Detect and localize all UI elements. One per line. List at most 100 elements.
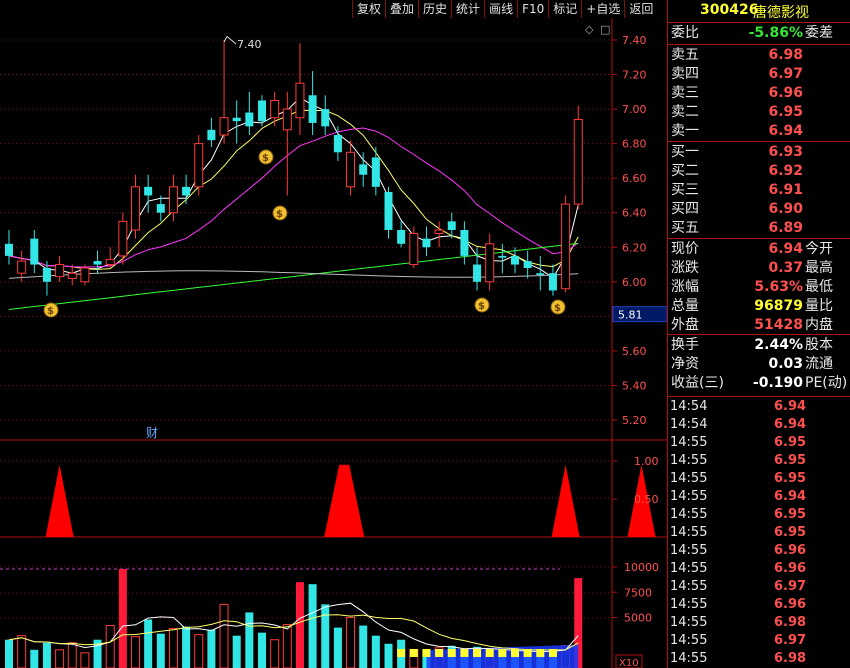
tick-price: 6.94: [774, 417, 807, 432]
candle-body: [5, 243, 13, 256]
bid-4-value: 6.89: [768, 220, 803, 236]
candle-body: [561, 203, 571, 290]
candle-body: [295, 82, 305, 119]
toolbar: 复权 叠加 历史 统计 画线 F10 标记 +自选 返回: [352, 0, 658, 18]
price-tick-label: 6.20: [622, 241, 647, 254]
toolbar-button-8[interactable]: 返回: [624, 0, 658, 18]
price-axis: 7.407.207.006.806.606.406.206.005.805.60…: [612, 34, 667, 427]
volume-marker: [397, 649, 406, 657]
candle-body: [182, 186, 191, 196]
candle-body: [511, 255, 519, 265]
tick-price: 6.94: [774, 489, 807, 504]
money-bag-symbol: $: [276, 209, 283, 220]
quote-3-value: 96879: [754, 298, 803, 314]
tick-price: 6.98: [774, 615, 807, 630]
fund-0-label: 换手: [671, 337, 699, 353]
candle-body: [17, 260, 27, 274]
candle-body: [434, 229, 444, 234]
toolbar-button-5[interactable]: F10: [517, 0, 549, 18]
tick-time: 14:54: [670, 399, 708, 414]
ask-0-value: 6.98: [768, 47, 803, 63]
volume-bar: [182, 626, 191, 668]
tick-time: 14:55: [670, 597, 708, 612]
candle-body: [460, 230, 469, 256]
volume-marker: [409, 649, 418, 657]
volume-bar: [55, 649, 65, 668]
quote-2-value: 5.63%: [754, 279, 803, 295]
fund-1-value: 0.03: [768, 356, 803, 372]
volume-tick-label: 5000: [624, 612, 652, 625]
tick-price: 6.95: [774, 525, 807, 540]
tick-row: 14:55 6.96: [668, 560, 850, 578]
kline-chart[interactable]: 7.407.207.006.806.606.406.206.005.805.60…: [0, 0, 667, 668]
ask-0-label: 卖五: [671, 47, 699, 63]
bid-4-label: 买五: [671, 220, 699, 236]
toolbar-button-1[interactable]: 叠加: [385, 0, 419, 18]
toolbar-button-3[interactable]: 统计: [451, 0, 485, 18]
candle-body: [359, 164, 368, 175]
toolbar-button-7[interactable]: +自选: [581, 0, 625, 18]
finance-marker: 财: [146, 426, 158, 440]
weibi-label: 委比: [671, 25, 699, 41]
candle-body: [118, 220, 128, 257]
weibi-value: -5.86%: [748, 25, 803, 41]
tick-time: 14:55: [670, 507, 708, 522]
quote-0-label: 现价: [671, 241, 699, 257]
volume-bar: [245, 612, 254, 668]
volume-bar: [219, 603, 229, 668]
ask-3-value: 6.95: [768, 104, 803, 120]
quote-0-value: 6.94: [768, 241, 803, 257]
candle-body: [105, 258, 115, 266]
candle-body: [144, 186, 153, 196]
money-bag-symbol: $: [262, 153, 269, 164]
bid-1-row: 买二 6.92: [668, 163, 850, 180]
tick-row: 14:55 6.95: [668, 524, 850, 542]
tick-price: 6.95: [774, 435, 807, 450]
tick-row: 14:55 6.94: [668, 488, 850, 506]
candle-body: [30, 238, 39, 265]
candle-body: [131, 186, 140, 231]
volume-bar: [105, 625, 115, 668]
bid-0-value: 6.93: [768, 144, 803, 160]
quote-3-row: 总量 96879 量比: [668, 298, 850, 315]
candle-body: [219, 117, 229, 136]
tick-row: 14:55 6.98: [668, 614, 850, 632]
fund-2-label: 收益(三): [671, 375, 724, 391]
candle-body: [346, 151, 356, 188]
volume-marker: [485, 649, 494, 657]
candle-body: [207, 129, 216, 141]
candle-body: [422, 238, 431, 248]
fund-2-label2: PE(动): [805, 375, 848, 391]
candle-body: [308, 95, 317, 123]
tick-time: 14:55: [670, 489, 708, 504]
money-bag-symbol: $: [47, 306, 54, 317]
quote-3-label: 总量: [671, 298, 699, 314]
candle-body: [447, 221, 456, 230]
toolbar-button-6[interactable]: 标记: [548, 0, 582, 18]
price-tick-label: 6.00: [622, 276, 647, 289]
tick-row: 14:55 6.95: [668, 470, 850, 488]
volume-bar: [131, 636, 140, 668]
ask-1-label: 卖四: [671, 66, 699, 82]
volume-marker: [511, 649, 519, 657]
toolbar-button-4[interactable]: 画线: [484, 0, 518, 18]
tick-price: 6.95: [774, 471, 807, 486]
toolbar-button-0[interactable]: 复权: [352, 0, 386, 18]
volume-bar: [156, 633, 165, 668]
volume-bar: [270, 639, 280, 668]
volume-bar: [80, 652, 90, 668]
candle-body: [67, 272, 77, 279]
quote-0-row: 现价 6.94 今开: [668, 241, 850, 258]
quote-1-label: 涨跌: [671, 260, 699, 276]
ask-1-value: 6.97: [768, 66, 803, 82]
candle-body: [168, 186, 178, 214]
tick-time: 14:55: [670, 615, 708, 630]
volume-marker: [460, 649, 469, 657]
volume-marker: [447, 649, 456, 657]
candle-body: [485, 243, 495, 283]
candle-body: [282, 108, 292, 131]
toolbar-button-2[interactable]: 历史: [418, 0, 452, 18]
ask-0-row: 卖五 6.98: [668, 47, 850, 64]
tick-time: 14:55: [670, 435, 708, 450]
tick-time: 14:55: [670, 453, 708, 468]
